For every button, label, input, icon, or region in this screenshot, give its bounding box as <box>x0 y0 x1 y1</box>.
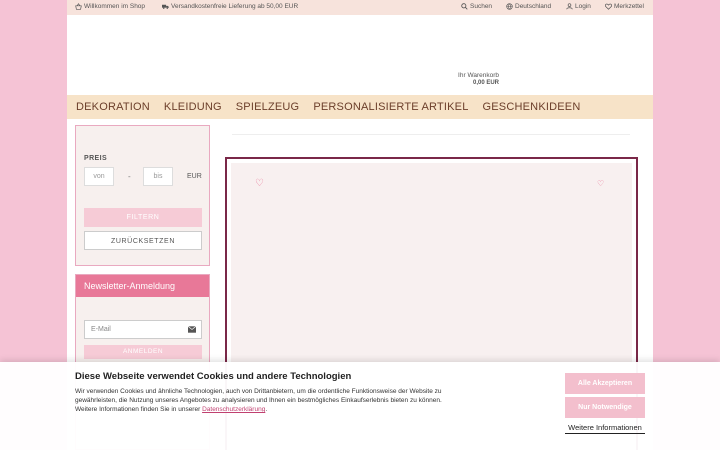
login-link[interactable]: Login <box>566 3 591 10</box>
shipping-text: Versandkostenfreie Lieferung ab 50,00 EU… <box>171 3 299 10</box>
heart-decoration-icon: ♡ <box>255 178 264 189</box>
heart-icon <box>605 3 612 10</box>
price-label: PREIS <box>84 155 108 162</box>
more-info-link[interactable]: Weitere Informationen <box>565 423 645 434</box>
truck-icon <box>162 4 169 9</box>
nav-item-kleidung[interactable]: KLEIDUNG <box>164 101 222 113</box>
cookie-title: Diese Webseite verwendet Cookies und and… <box>75 371 352 382</box>
accept-all-button[interactable]: Alle Akzeptieren <box>565 373 645 394</box>
currency-label: EUR <box>187 173 202 180</box>
main-nav: DEKORATION KLEIDUNG SPIELZEUG PERSONALIS… <box>67 95 653 119</box>
wishlist-link[interactable]: Merkzettel <box>605 3 644 10</box>
nav-item-geschenkideen[interactable]: GESCHENKIDEEN <box>483 101 581 113</box>
heart-decoration-icon: ♡ <box>597 179 605 188</box>
price-separator: - <box>128 172 131 181</box>
country-selector[interactable]: Deutschland <box>506 3 551 10</box>
globe-icon <box>506 3 513 10</box>
email-placeholder: E-Mail <box>91 326 111 333</box>
filter-button[interactable]: FILTERN <box>84 208 202 227</box>
nav-item-spielzeug[interactable]: SPIELZEUG <box>236 101 300 113</box>
price-to-input[interactable]: bis <box>143 167 173 186</box>
price-from-input[interactable]: von <box>84 167 114 186</box>
nav-item-dekoration[interactable]: DEKORATION <box>76 101 150 113</box>
cart-summary[interactable]: Ihr Warenkorb 0,00 EUR <box>449 72 499 86</box>
top-bar: Willkommen im Shop Versandkostenfreie Li… <box>67 0 653 15</box>
wishlist-label: Merkzettel <box>614 3 644 10</box>
reset-button[interactable]: ZURÜCKSETZEN <box>84 231 202 250</box>
search-link[interactable]: Suchen <box>461 3 492 10</box>
shipping-info: Versandkostenfreie Lieferung ab 50,00 EU… <box>162 3 298 10</box>
privacy-link[interactable]: Datenschutzerklärung <box>202 406 265 413</box>
cart-label: Ihr Warenkorb <box>458 72 499 79</box>
envelope-icon <box>188 326 196 333</box>
cookie-text: Wir verwenden Cookies und ähnliche Techn… <box>75 388 442 413</box>
price-filter-box: PREIS von - bis EUR FILTERN ZURÜCKSETZEN <box>75 125 210 266</box>
necessary-only-button[interactable]: Nur Notwendige <box>565 397 645 418</box>
welcome-text: Willkommen im Shop <box>84 3 146 10</box>
email-field[interactable]: E-Mail <box>84 320 202 339</box>
welcome-link[interactable]: Willkommen im Shop <box>75 3 145 10</box>
user-icon <box>566 3 573 10</box>
newsletter-title: Newsletter-Anmeldung <box>76 275 209 297</box>
search-icon <box>461 3 468 10</box>
basket-icon <box>75 3 82 10</box>
cookie-banner: Diese Webseite verwendet Cookies und and… <box>0 362 720 450</box>
search-label: Suchen <box>470 3 493 10</box>
subscribe-button[interactable]: ANMELDEN <box>84 345 202 359</box>
country-label: Deutschland <box>515 3 552 10</box>
content-divider <box>232 134 630 135</box>
login-label: Login <box>575 3 591 10</box>
nav-item-personalisierte-artikel[interactable]: PERSONALISIERTE ARTIKEL <box>313 101 468 113</box>
cart-amount: 0,00 EUR <box>472 80 499 86</box>
